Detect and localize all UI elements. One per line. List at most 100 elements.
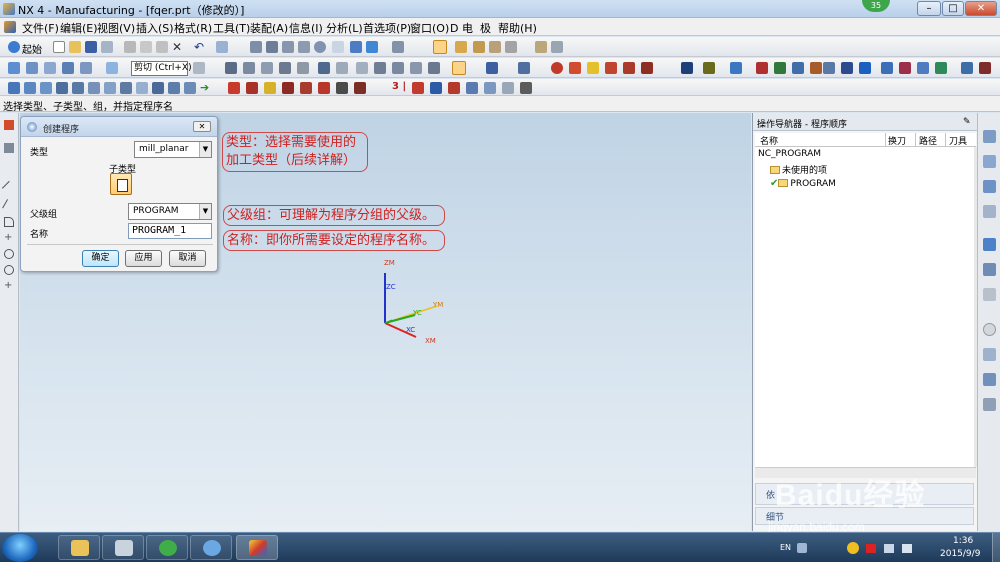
taskbar-explorer[interactable] [58, 535, 100, 560]
menu-view[interactable]: 视图(V) [97, 20, 135, 36]
ime-icon[interactable] [847, 542, 859, 554]
menu-info[interactable]: 信息(I) [289, 20, 323, 36]
create-method-icon[interactable] [62, 62, 74, 74]
info-icon[interactable] [983, 348, 996, 361]
list-path-icon[interactable] [261, 62, 273, 74]
subtract-icon[interactable] [168, 82, 180, 94]
edge-blend-icon[interactable] [228, 82, 240, 94]
flag-icon[interactable] [866, 544, 876, 553]
arc-tool-icon[interactable] [2, 199, 16, 213]
paste-object-icon[interactable] [410, 62, 422, 74]
network-icon[interactable] [884, 544, 894, 553]
create-tool-icon[interactable] [26, 62, 38, 74]
verify-path-icon[interactable] [279, 62, 291, 74]
selection-filter-icon[interactable] [433, 40, 447, 54]
shaded-icon[interactable] [366, 41, 378, 53]
taskbar-paint[interactable] [190, 535, 232, 560]
offset-face-icon[interactable] [336, 82, 348, 94]
create-program-icon[interactable] [8, 62, 20, 74]
start-menu-button[interactable]: 起始 [22, 41, 42, 56]
menu-assembly[interactable]: 装配(A) [250, 20, 288, 36]
point-tool-icon[interactable]: + [4, 281, 14, 291]
plane-icon[interactable] [792, 62, 804, 74]
menu-tools[interactable]: 工具(T) [213, 20, 250, 36]
split-body-icon[interactable] [318, 82, 330, 94]
measure-icon[interactable] [535, 41, 547, 53]
show-desktop-button[interactable] [992, 533, 1000, 562]
sketch-icon[interactable] [8, 82, 20, 94]
operation-navigator-icon[interactable] [983, 180, 996, 193]
material-icon[interactable] [899, 62, 911, 74]
tree-item-program[interactable]: ✔ PROGRAM [770, 178, 836, 189]
column-path[interactable]: 路径 [919, 134, 937, 147]
pin-icon[interactable]: ✎ [963, 117, 971, 127]
snap-option-icon[interactable] [505, 41, 517, 53]
ok-button[interactable]: 确定 [82, 250, 119, 267]
datum-icon[interactable] [810, 62, 822, 74]
zoom-window-icon[interactable] [282, 41, 294, 53]
texture-icon[interactable] [935, 62, 947, 74]
menu-window[interactable]: 窗口(O) [410, 20, 449, 36]
menu-format[interactable]: 格式(R) [174, 20, 212, 36]
taskbar-browser[interactable] [146, 535, 188, 560]
edit-section-icon[interactable] [961, 62, 973, 74]
ellipse-tool-icon[interactable] [4, 265, 14, 275]
view-orient-icon[interactable] [350, 41, 362, 53]
open-icon[interactable] [69, 41, 81, 53]
rotate-icon[interactable] [314, 41, 326, 53]
undo-icon[interactable]: ↶ [194, 41, 206, 53]
delete-icon[interactable]: ✕ [172, 41, 184, 53]
menu-preferences[interactable]: 首选项(P) [363, 20, 411, 36]
offset-curve-icon[interactable] [448, 82, 460, 94]
paste-icon[interactable] [156, 41, 168, 53]
cancel-button[interactable]: 取消 [169, 250, 206, 267]
output-cls-icon[interactable] [336, 62, 348, 74]
intersect-icon[interactable] [184, 82, 196, 94]
column-name[interactable]: 名称 [760, 134, 778, 147]
create-operation-icon[interactable] [80, 62, 92, 74]
start-button[interactable] [2, 534, 38, 562]
dialog-close-button[interactable]: ✕ [193, 121, 211, 132]
point-icon[interactable] [756, 62, 768, 74]
pan-icon[interactable] [298, 41, 310, 53]
revolve-icon[interactable] [40, 82, 52, 94]
display-mode-icon[interactable] [392, 41, 404, 53]
arrow-icon[interactable]: ➔ [200, 82, 212, 94]
workpiece-icon[interactable] [623, 62, 635, 74]
print-icon[interactable] [101, 41, 113, 53]
keyboard-icon[interactable] [797, 543, 807, 553]
column-tool[interactable]: 刀具 [949, 134, 967, 147]
line-icon[interactable] [774, 62, 786, 74]
unite-icon[interactable] [152, 82, 164, 94]
transform-object-icon[interactable] [486, 62, 498, 74]
clock-date[interactable]: 2015/9/9 [940, 549, 980, 559]
cut-icon[interactable] [124, 41, 136, 53]
draft-icon[interactable] [282, 82, 294, 94]
menu-d-electric[interactable]: D 电 [450, 20, 473, 36]
program-order-view-icon[interactable] [106, 62, 118, 74]
layer-icon[interactable] [681, 62, 693, 74]
part-navigator-icon[interactable] [983, 155, 996, 168]
new-icon[interactable] [53, 41, 65, 53]
machine-navigator-icon[interactable] [983, 205, 996, 218]
property-icon[interactable] [518, 62, 530, 74]
toolbar-options-icon[interactable] [979, 62, 991, 74]
cross-tool-icon[interactable]: + [4, 233, 14, 243]
menu-edit[interactable]: 编辑(E) [60, 20, 98, 36]
taskbar-nx[interactable] [236, 535, 278, 560]
intersect-curve-icon[interactable] [484, 82, 496, 94]
minimize-button[interactable]: – [917, 1, 941, 16]
pad-icon[interactable] [104, 82, 116, 94]
mcs-icon[interactable] [641, 62, 653, 74]
clock-icon[interactable] [983, 323, 996, 336]
roles-icon[interactable] [983, 373, 996, 386]
menu-insert[interactable]: 插入(S) [136, 20, 174, 36]
groove-icon[interactable] [136, 82, 148, 94]
shop-doc-icon[interactable] [318, 62, 330, 74]
shell-icon[interactable] [264, 82, 276, 94]
chamfer-icon[interactable] [246, 82, 258, 94]
maximize-button[interactable]: □ [942, 1, 964, 16]
copy-icon[interactable] [140, 41, 152, 53]
zoom-icon[interactable] [266, 41, 278, 53]
replay-path-icon[interactable] [243, 62, 255, 74]
